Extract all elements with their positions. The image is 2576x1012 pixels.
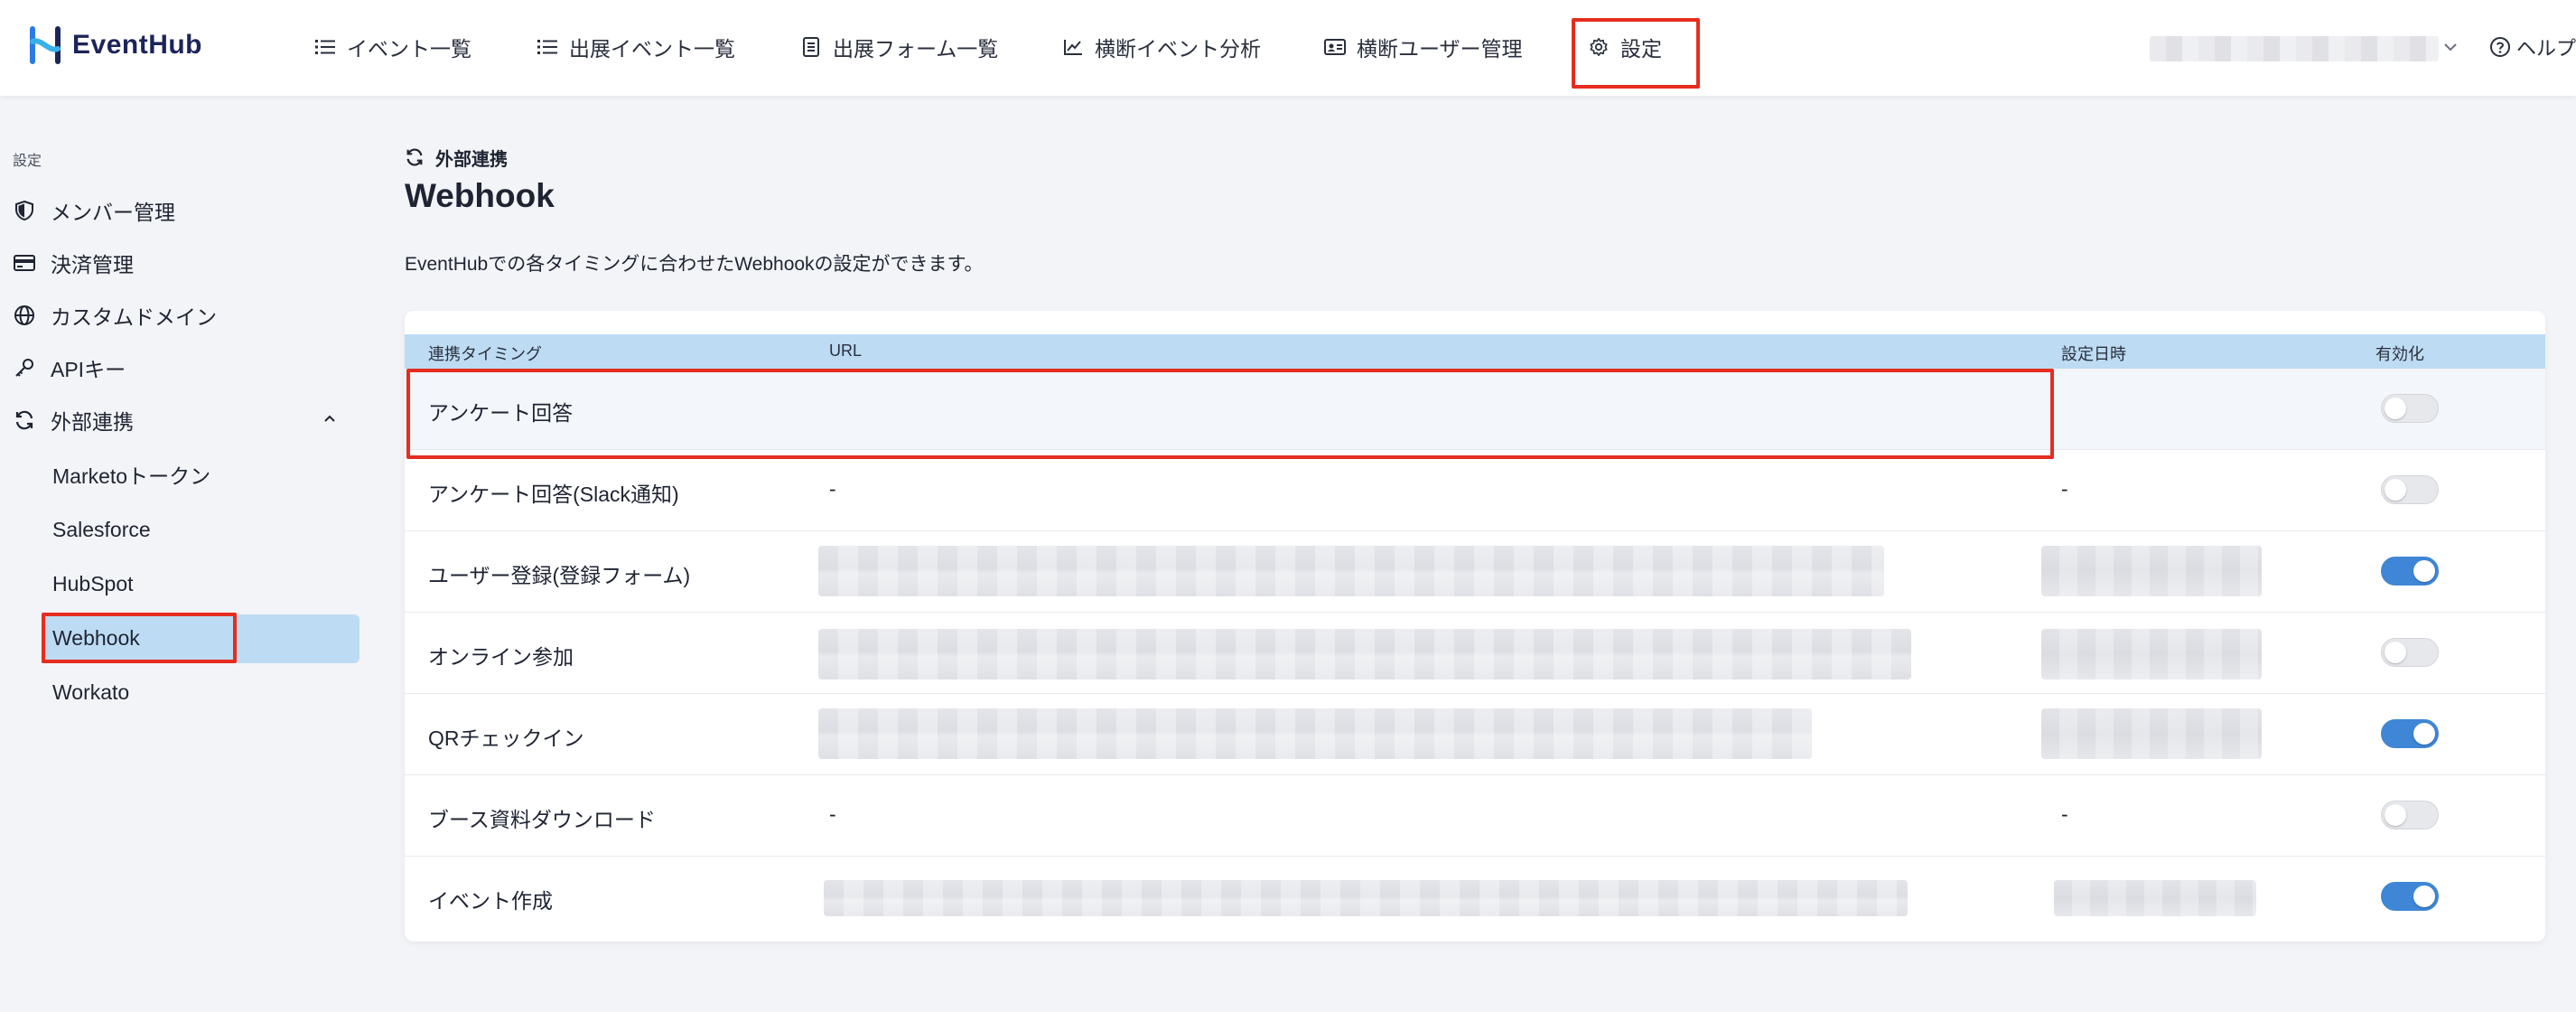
date-cell-redacted xyxy=(2054,880,2256,916)
question-circle-icon xyxy=(2489,36,2511,58)
timing-cell: ユーザー登録(登録フォーム) xyxy=(428,564,691,587)
url-cell-redacted xyxy=(818,629,1911,679)
column-header-url: URL xyxy=(829,342,863,360)
nav-cross-user-management[interactable]: 横断ユーザー管理 xyxy=(1324,29,1523,65)
timing-cell: イベント作成 xyxy=(428,889,553,913)
page-title: Webhook xyxy=(405,177,555,214)
sidebar-item-label: カスタムドメイン xyxy=(51,305,217,329)
sidebar-item-label: メンバー管理 xyxy=(51,201,175,224)
date-cell: - xyxy=(2061,477,2068,501)
column-header-enabled: 有効化 xyxy=(2375,345,2424,363)
chart-line-icon xyxy=(1062,36,1084,58)
column-header-date: 設定日時 xyxy=(2061,345,2126,363)
sidebar-item-members[interactable]: メンバー管理 xyxy=(13,188,175,233)
url-cell-redacted xyxy=(824,880,1908,916)
enable-toggle[interactable] xyxy=(2381,394,2439,423)
enable-toggle[interactable] xyxy=(2381,557,2439,586)
table-row[interactable]: ブース資料ダウンロード - - xyxy=(405,775,2545,857)
sync-icon xyxy=(405,147,426,169)
url-cell: - xyxy=(829,802,836,826)
table-row[interactable]: アンケート回答(Slack通知) - - xyxy=(405,450,2545,531)
sidebar-subitem-marketo[interactable]: Marketoトークン xyxy=(52,452,210,497)
sidebar-subitem-hubspot[interactable]: HubSpot xyxy=(52,561,134,606)
table-row[interactable]: QRチェックイン xyxy=(405,694,2545,775)
nav-label: 出展イベント一覧 xyxy=(569,37,735,61)
timing-cell: QRチェックイン xyxy=(428,726,584,750)
sidebar-item-label: 決済管理 xyxy=(51,253,134,276)
globe-icon xyxy=(13,304,36,327)
timing-cell: オンライン参加 xyxy=(428,645,574,669)
logo-text: EventHub xyxy=(72,30,203,60)
nav-cross-event-analysis[interactable]: 横断イベント分析 xyxy=(1062,29,1261,65)
table-header: 連携タイミング URL 設定日時 有効化 xyxy=(405,334,2545,369)
table-row[interactable]: ユーザー登録(登録フォーム) xyxy=(405,531,2545,613)
logo[interactable]: EventHub xyxy=(27,25,202,65)
url-cell: - xyxy=(829,477,836,501)
chevron-up-icon[interactable] xyxy=(320,408,340,428)
credit-card-icon xyxy=(13,251,36,275)
settings-highlight-box xyxy=(1572,18,1700,89)
shield-icon xyxy=(13,199,36,222)
help-label: ヘルプ xyxy=(2516,37,2576,60)
id-card-icon xyxy=(1324,36,1346,58)
webhook-highlight-box xyxy=(42,613,237,663)
toggle-knob xyxy=(2413,723,2435,745)
sidebar-item-external-integration[interactable]: 外部連携 xyxy=(13,398,134,443)
nav-exhibit-event-list[interactable]: 出展イベント一覧 xyxy=(537,29,735,65)
breadcrumb-label: 外部連携 xyxy=(435,150,508,170)
form-icon xyxy=(800,36,822,58)
sidebar-section-label: 設定 xyxy=(13,154,42,169)
toggle-knob xyxy=(2385,804,2406,826)
page-description: EventHubでの各タイミングに合わせたWebhookの設定ができます。 xyxy=(405,254,984,275)
key-icon xyxy=(13,356,36,380)
date-cell-redacted xyxy=(2041,546,2262,596)
sidebar-subitem-salesforce[interactable]: Salesforce xyxy=(52,507,151,552)
chevron-down-icon[interactable] xyxy=(2441,36,2460,58)
sidebar-item-custom-domain[interactable]: カスタムドメイン xyxy=(13,293,217,338)
survey-row-highlight-box xyxy=(406,369,2054,459)
sidebar-item-payment[interactable]: 決済管理 xyxy=(13,240,134,286)
url-cell-redacted xyxy=(818,546,1884,596)
nav-label: 横断イベント分析 xyxy=(1095,37,1261,61)
help-link[interactable]: ヘルプ xyxy=(2489,33,2576,61)
enable-toggle[interactable] xyxy=(2381,882,2439,911)
table-row[interactable]: オンライン参加 xyxy=(405,613,2545,694)
list-icon xyxy=(537,36,558,58)
enable-toggle[interactable] xyxy=(2381,638,2439,667)
timing-cell: アンケート回答(Slack通知) xyxy=(428,483,679,506)
table-row[interactable]: イベント作成 xyxy=(405,857,2545,938)
toggle-knob xyxy=(2413,886,2435,907)
enable-toggle[interactable] xyxy=(2381,475,2439,504)
date-cell-redacted xyxy=(2041,708,2262,759)
enable-toggle[interactable] xyxy=(2381,719,2439,748)
date-cell-redacted xyxy=(2041,629,2262,679)
toggle-knob xyxy=(2385,479,2406,501)
sidebar-subitem-workato[interactable]: Workato xyxy=(52,670,129,715)
sync-icon xyxy=(13,408,36,432)
nav-exhibit-form-list[interactable]: 出展フォーム一覧 xyxy=(800,29,998,65)
timing-cell: ブース資料ダウンロード xyxy=(428,808,656,831)
nav-label: 横断ユーザー管理 xyxy=(1357,37,1523,61)
list-icon xyxy=(314,36,336,58)
breadcrumb: 外部連携 xyxy=(405,145,508,171)
top-header: EventHub イベント一覧 出展イベント一覧 出展フォーム一覧 横断イベント… xyxy=(0,0,2576,96)
enable-toggle[interactable] xyxy=(2381,801,2439,829)
eventhub-logo-icon xyxy=(27,25,63,65)
toggle-knob xyxy=(2385,642,2406,663)
sidebar-item-label: APIキー xyxy=(51,358,126,381)
toggle-knob xyxy=(2413,560,2435,582)
date-cell: - xyxy=(2061,802,2068,826)
sidebar-item-label: 外部連携 xyxy=(51,410,134,434)
url-cell-redacted xyxy=(818,708,1812,759)
nav-event-list[interactable]: イベント一覧 xyxy=(314,29,471,65)
column-header-timing: 連携タイミング xyxy=(428,345,542,363)
nav-label: 出展フォーム一覧 xyxy=(833,37,999,61)
toggle-knob xyxy=(2385,398,2406,419)
nav-label: イベント一覧 xyxy=(347,37,471,61)
account-menu[interactable] xyxy=(2150,36,2439,61)
sidebar-item-api-key[interactable]: APIキー xyxy=(13,345,126,390)
